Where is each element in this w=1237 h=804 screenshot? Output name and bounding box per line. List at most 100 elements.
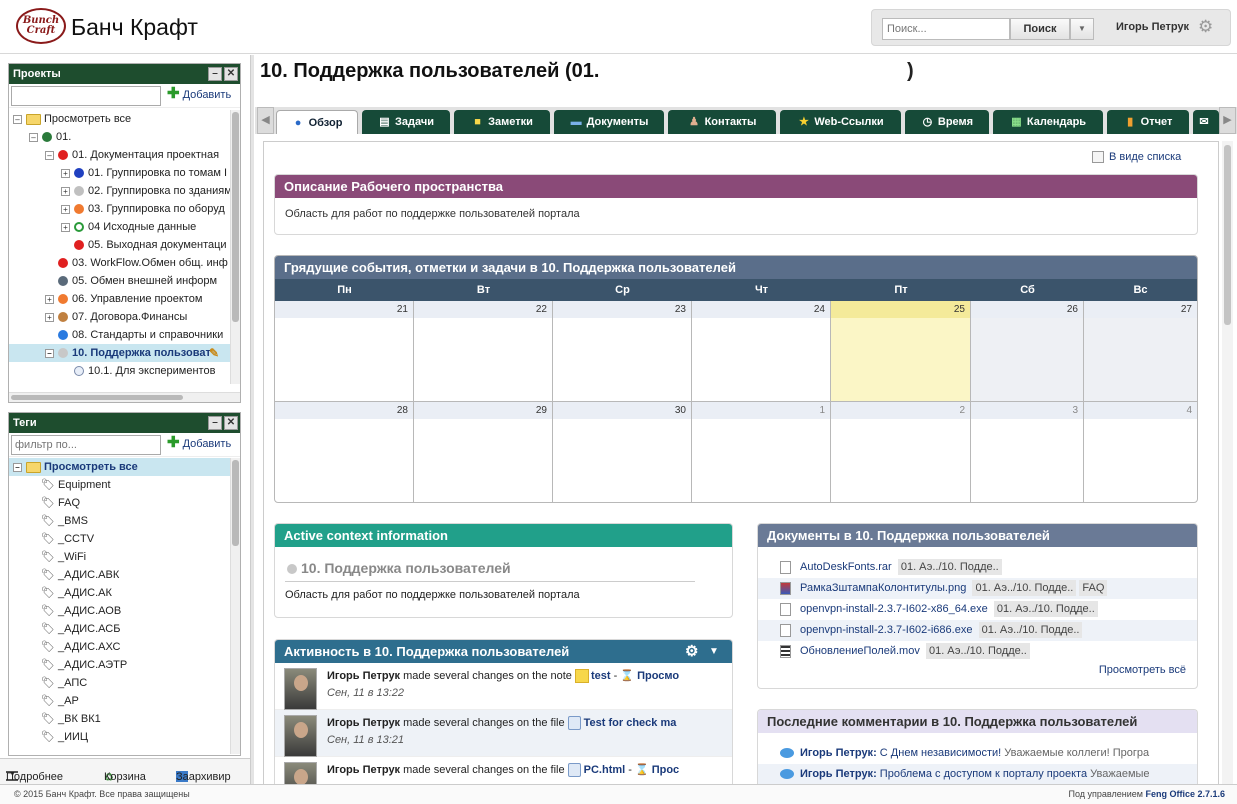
document-name[interactable]: openvpn-install-2.3.7-I602-x86_64.exe (800, 603, 988, 615)
tree-item[interactable]: +02. Группировка по зданиям (9, 182, 240, 200)
tree-item[interactable]: 05. Обмен внешней информ (9, 272, 240, 290)
collapse-icon[interactable]: – (45, 150, 54, 160)
calendar-day-cell[interactable]: 21 (275, 301, 414, 401)
calendar-day-cell[interactable]: 29 (414, 402, 553, 502)
calendar-day-cell[interactable]: 3 (971, 402, 1084, 502)
chevron-down-icon[interactable]: ▼ (709, 640, 719, 663)
close-button[interactable]: ✕ (224, 416, 238, 430)
calendar-day-cell[interactable]: 23 (553, 301, 692, 401)
tree-item[interactable]: +03. Группировка по оборуд (9, 200, 240, 218)
tab-calendar[interactable]: ▦ Календарь (993, 110, 1103, 134)
document-tag[interactable]: FAQ (1079, 580, 1108, 596)
scroll-thumb[interactable] (1224, 145, 1231, 325)
tab-documents[interactable]: ▬ Документы (554, 110, 664, 134)
tree-item[interactable]: 08. Стандарты и справочники (9, 326, 240, 344)
document-location[interactable]: 01. Аэ../10. Подде.. (972, 580, 1077, 596)
calendar-day-cell[interactable]: 26 (971, 301, 1084, 401)
document-location[interactable]: 01. Аэ../10. Подде.. (993, 601, 1098, 617)
search-dropdown-button[interactable]: ▼ (1070, 18, 1094, 40)
tag-item-view-all[interactable]: – Просмотреть все (9, 458, 240, 476)
view-as-list-link[interactable]: В виде списка (1092, 151, 1181, 164)
tag-item[interactable]: 🏷 _АДИС.АХС (9, 638, 240, 656)
expand-icon[interactable]: + (61, 168, 70, 178)
gear-icon[interactable]: ⚙ (1198, 17, 1213, 37)
minimize-button[interactable]: – (208, 67, 222, 81)
activity-user[interactable]: Игорь Петрук (327, 764, 400, 776)
activity-user[interactable]: Игорь Петрук (327, 670, 400, 682)
tree-item[interactable]: 10.1. Для экспериментов (9, 362, 240, 380)
tag-item[interactable]: 🏷 FAQ (9, 494, 240, 512)
expand-icon[interactable]: + (61, 222, 70, 232)
tree-item[interactable]: – 01. (9, 128, 240, 146)
tag-item[interactable]: 🏷 _АПС (9, 674, 240, 692)
calendar-day-cell[interactable]: 22 (414, 301, 553, 401)
expand-icon[interactable]: + (45, 294, 54, 304)
activity-user[interactable]: Игорь Петрук (327, 717, 400, 729)
comment-subject[interactable]: Проблема с доступом к порталу проекта (880, 768, 1087, 780)
activity-object-link[interactable]: PC.html (584, 764, 626, 776)
calendar-day-cell[interactable]: 27 (1084, 301, 1197, 401)
tag-item[interactable]: 🏷 _BMS (9, 512, 240, 530)
collapse-icon[interactable]: – (13, 462, 22, 472)
document-location[interactable]: 01. Аэ../10. Подде.. (925, 643, 1030, 659)
tag-item[interactable]: 🏷 _ВК ВК1 (9, 710, 240, 728)
expand-icon[interactable]: + (61, 186, 70, 196)
bunch-craft-logo[interactable]: Bunch Craft (16, 8, 66, 44)
gear-icon[interactable]: ⚙ (685, 640, 698, 663)
activity-object-link[interactable]: test (591, 670, 611, 682)
calendar-day-cell[interactable]: 4 (1084, 402, 1197, 502)
tab-scroll-left-button[interactable]: ◀ (257, 107, 274, 134)
scroll-thumb[interactable] (11, 395, 183, 400)
tab-overview[interactable]: ● Обзор (276, 110, 358, 134)
tab-time[interactable]: ◷ Время (905, 110, 989, 134)
document-row[interactable]: РамкаЗштампаКолонтитулы.png 01. Аэ../10.… (758, 578, 1197, 599)
activity-extra-link[interactable]: Прос (652, 764, 679, 776)
scroll-thumb[interactable] (232, 112, 239, 322)
user-name[interactable]: Игорь Петрук (1116, 21, 1189, 33)
expand-icon[interactable]: + (61, 204, 70, 214)
tree-item[interactable]: +06. Управление проектом (9, 290, 240, 308)
tag-item[interactable]: 🏷 _АР (9, 692, 240, 710)
tag-item[interactable]: 🏷 _АДИС.АСБ (9, 620, 240, 638)
tab-scroll-right-button[interactable]: ▶ (1219, 107, 1236, 134)
document-row[interactable]: openvpn-install-2.3.7-I602-x86_64.exe 01… (758, 599, 1197, 620)
tag-item[interactable]: 🏷 Equipment (9, 476, 240, 494)
view-all-documents-link[interactable]: Просмотреть всё (1099, 664, 1186, 676)
calendar-day-cell[interactable]: 30 (553, 402, 692, 502)
tree-item[interactable]: +01. Группировка по томам I (9, 164, 240, 182)
tree-item[interactable]: – 01. Документация проектная (9, 146, 240, 164)
document-row[interactable]: ОбновлениеПолей.mov 01. Аэ../10. Подде.. (758, 641, 1197, 662)
tree-item-selected[interactable]: – 10. Поддержка пользоват ✎ (9, 344, 240, 362)
document-row[interactable]: AutoDeskFonts.rar 01. Аэ../10. Подде.. (758, 557, 1197, 578)
main-scrollbar[interactable] (1222, 141, 1233, 784)
tab-weblinks[interactable]: ★ Web-Ссылки (780, 110, 901, 134)
tag-item[interactable]: 🏷 _WiFi (9, 548, 240, 566)
calendar-day-cell[interactable]: 2 (831, 402, 971, 502)
tab-notes[interactable]: ■ Заметки (454, 110, 550, 134)
calendar-day-cell[interactable]: 1 (692, 402, 831, 502)
comment-user[interactable]: Игорь Петрук: (800, 768, 877, 780)
calendar-day-cell-today[interactable]: 25 (831, 301, 971, 401)
powered-link[interactable]: Feng Office 2.7.1.6 (1145, 789, 1225, 799)
document-name[interactable]: РамкаЗштампаКолонтитулы.png (800, 582, 966, 594)
document-name[interactable]: openvpn-install-2.3.7-I602-i686.exe (800, 624, 972, 636)
tree-item[interactable]: +04 Исходные данные (9, 218, 240, 236)
projects-hscrollbar[interactable] (9, 392, 240, 402)
tree-item[interactable]: +07. Договора.Финансы (9, 308, 240, 326)
tag-item[interactable]: 🏷 _ИИЦ (9, 728, 240, 746)
document-name[interactable]: AutoDeskFonts.rar (800, 561, 892, 573)
document-location[interactable]: 01. Аэ../10. Подде.. (978, 622, 1083, 638)
tree-item[interactable]: 05. Выходная документаци (9, 236, 240, 254)
comment-row[interactable]: Игорь Петрук: С Днем независимости! Уваж… (758, 743, 1197, 764)
tag-item[interactable]: 🏷 _АДИС.АЭТР (9, 656, 240, 674)
activity-extra-link[interactable]: Просмо (637, 670, 679, 682)
edit-pencil-icon[interactable]: ✎ (209, 344, 219, 362)
add-tag-button[interactable]: ✚ Добавить (167, 435, 231, 450)
document-name[interactable]: ОбновлениеПолей.mov (800, 645, 920, 657)
tab-mail[interactable]: ✉ (1193, 110, 1219, 134)
collapse-icon[interactable]: – (13, 114, 22, 124)
comment-user[interactable]: Игорь Петрук: (800, 747, 877, 759)
collapse-icon[interactable]: – (45, 348, 54, 358)
tab-report[interactable]: ▮ Отчет (1107, 110, 1189, 134)
context-workspace[interactable]: 10. Поддержка пользователей (287, 560, 511, 576)
